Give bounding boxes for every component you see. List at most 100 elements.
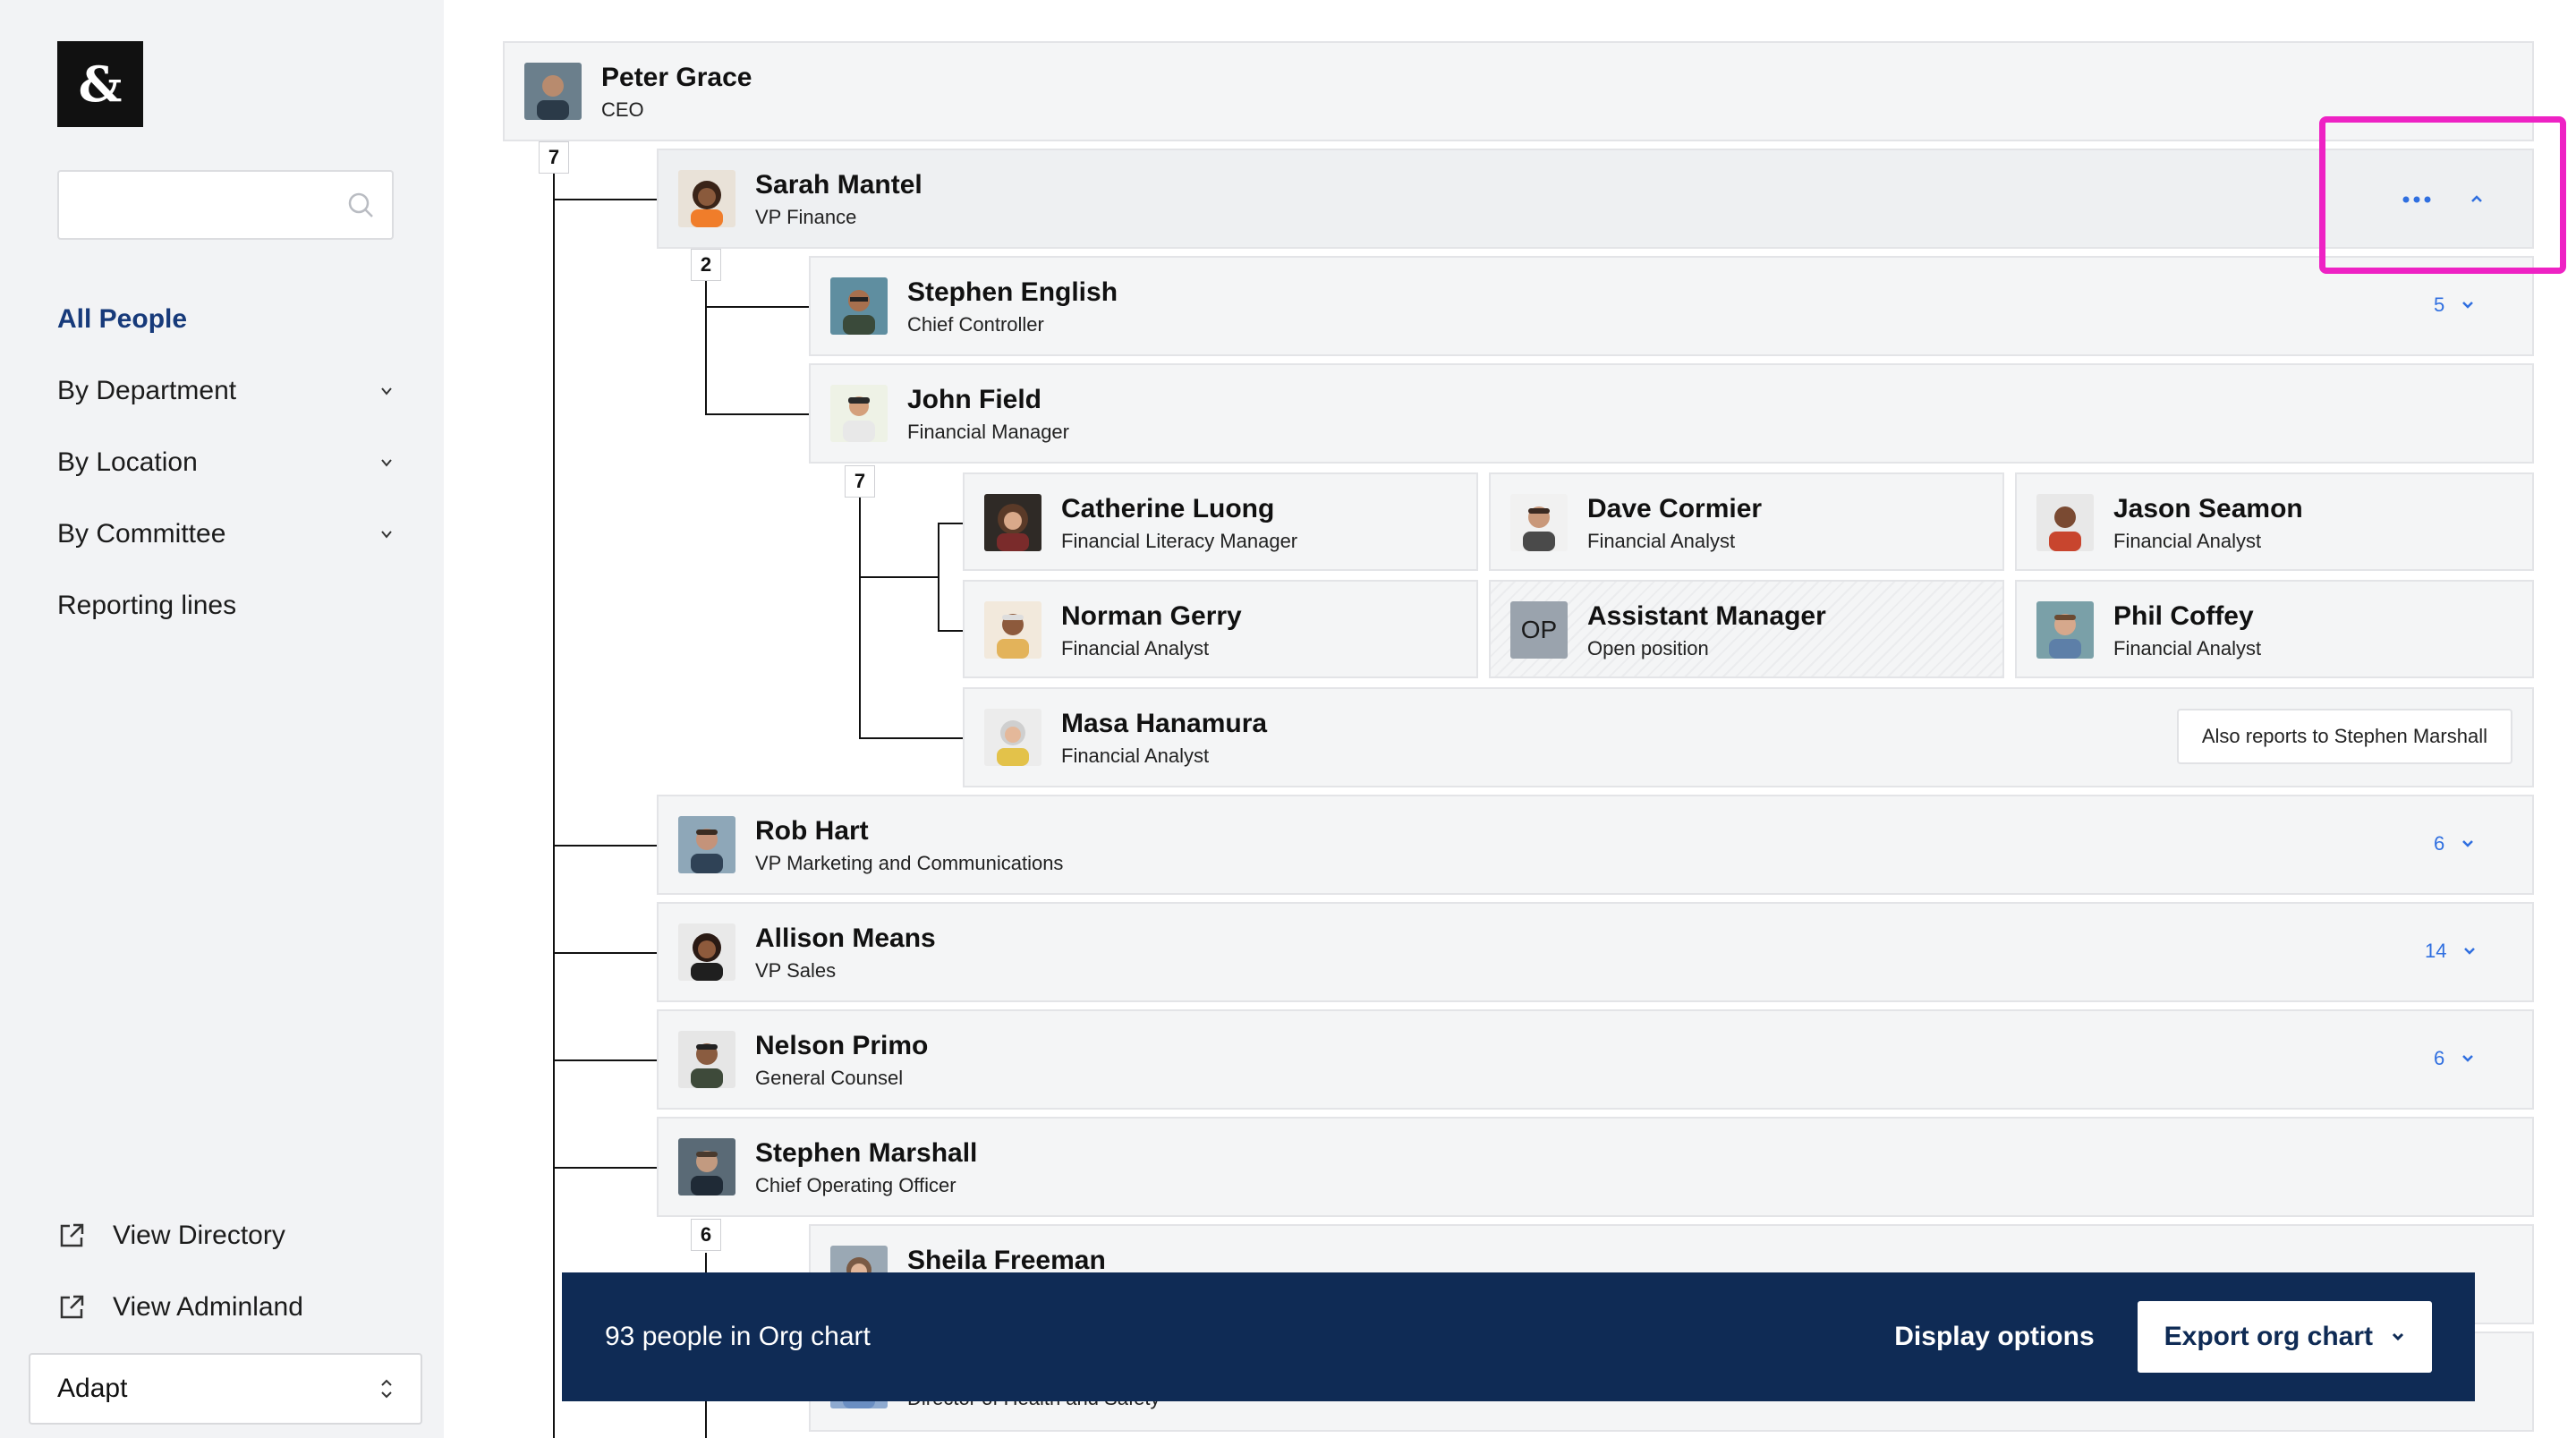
logo[interactable]: & [57,41,143,127]
export-org-chart-button[interactable]: Export org chart [2137,1301,2432,1373]
link-label: View Directory [113,1221,285,1250]
reports-count-badge: 7 [845,465,875,498]
avatar [678,1031,735,1088]
reports-count: 6 [2434,1047,2445,1069]
tree-line [705,413,809,415]
person-name: Phil Coffey [2113,601,2254,631]
view-directory-link[interactable]: View Directory [57,1221,285,1251]
logo-mark: & [78,55,123,113]
expand-reports-button[interactable]: 5 [2434,294,2475,317]
avatar [678,1138,735,1195]
tree-line [705,306,809,308]
expand-reports-button[interactable]: 6 [2434,832,2475,855]
reports-count-badge: 7 [539,141,569,174]
person-name: Masa Hanamura [1061,709,1268,738]
person-title: Financial Analyst [1061,637,1210,659]
person-card-catherine-luong[interactable]: Catherine Luong Financial Literacy Manag… [963,472,1478,571]
chevron-down-icon [381,387,392,396]
tree-line [553,1167,657,1169]
tree-line [938,523,939,632]
avatar [984,709,1041,766]
chevron-down-icon [2462,1055,2474,1062]
tree-line [553,141,555,1438]
person-name: Catherine Luong [1061,494,1275,523]
reports-count: 5 [2434,294,2445,316]
person-card-stephen-marshall[interactable]: Stephen Marshall Chief Operating Officer [657,1117,2534,1217]
person-title: General Counsel [755,1067,904,1089]
link-label: View Adminland [113,1292,303,1322]
person-title: Financial Analyst [2113,530,2262,552]
person-title: Open position [1587,637,1709,659]
person-card-rob-hart[interactable]: Rob Hart VP Marketing and Communications… [657,795,2534,895]
search-input[interactable] [57,170,394,240]
tree-line [938,523,963,524]
person-card-masa-hanamura[interactable]: Masa Hanamura Financial Analyst Also rep… [963,687,2534,787]
company-select-value: Adapt [57,1374,128,1403]
person-title: CEO [601,98,644,121]
export-label: Export org chart [2164,1322,2373,1351]
expand-reports-button[interactable]: 6 [2434,1047,2475,1070]
nav-reporting-lines[interactable]: Reporting lines [57,591,394,621]
tree-line [553,952,657,954]
person-title: Chief Operating Officer [755,1174,956,1196]
search-icon[interactable] [347,191,374,218]
avatar [678,923,735,981]
chevron-down-icon [2462,302,2474,309]
tree-line [938,630,963,632]
person-name: Dave Cormier [1587,494,1763,523]
person-card-open-position[interactable]: OP Assistant Manager Open position [1489,580,2004,678]
chevron-down-icon [2392,1332,2404,1341]
person-name: Norman Gerry [1061,601,1242,631]
tree-line [705,270,707,415]
person-title: Financial Literacy Manager [1061,530,1298,552]
person-title: Financial Manager [907,421,1069,443]
also-reports-tag[interactable]: Also reports to Stephen Marshall [2176,709,2512,764]
reports-count: 14 [2425,940,2447,962]
person-title: VP Marketing and Communications [755,852,1064,874]
tree-line [859,737,963,739]
person-card-sarah-mantel[interactable]: Sarah Mantel VP Finance [657,149,2534,249]
nav-label: Reporting lines [57,591,237,620]
person-card-stephen-english[interactable]: Stephen English Chief Controller 5 [809,256,2534,356]
nav-label: By Department [57,376,237,405]
chevron-down-icon [381,459,392,467]
person-name: Allison Means [755,923,936,953]
chevron-down-icon [2462,840,2474,847]
person-card-nelson-primo[interactable]: Nelson Primo General Counsel 6 [657,1009,2534,1110]
bottom-action-bar: 93 people in Org chart Display options E… [562,1272,2475,1401]
external-link-icon [60,1295,84,1319]
person-name: Peter Grace [601,63,752,92]
person-card-allison-means[interactable]: Allison Means VP Sales 14 [657,902,2534,1002]
view-adminland-link[interactable]: View Adminland [57,1292,303,1323]
updown-chevron-icon [381,1379,392,1399]
person-card-norman-gerry[interactable]: Norman Gerry Financial Analyst [963,580,1478,678]
nav-all-people[interactable]: All People [57,304,394,335]
person-card-john-field[interactable]: John Field Financial Manager [809,363,2534,464]
person-card-jason-seamon[interactable]: Jason Seamon Financial Analyst [2015,472,2534,571]
avatar [830,385,888,442]
person-name: Jason Seamon [2113,494,2303,523]
person-card-phil-coffey[interactable]: Phil Coffey Financial Analyst [2015,580,2534,678]
nav-by-department[interactable]: By Department [57,376,394,406]
person-name: Rob Hart [755,816,869,846]
tree-line [553,199,657,200]
nav-by-committee[interactable]: By Committee [57,519,394,549]
person-card-dave-cormier[interactable]: Dave Cormier Financial Analyst [1489,472,2004,571]
person-title: VP Finance [755,206,857,228]
external-link-icon [60,1223,84,1247]
chevron-down-icon [2464,948,2476,955]
company-select[interactable]: Adapt [29,1353,422,1425]
avatar [1510,494,1568,551]
tree-line [859,576,939,578]
avatar [2036,494,2094,551]
display-options-button[interactable]: Display options [1894,1322,2094,1352]
person-title: Chief Controller [907,313,1044,336]
sidebar: & All People By Department By Location B… [0,0,444,1438]
person-card-peter-grace[interactable]: Peter Grace CEO [503,41,2534,141]
tree-line [859,487,861,739]
person-name: Stephen Marshall [755,1138,978,1168]
expand-reports-button[interactable]: 14 [2425,940,2477,963]
nav-by-location[interactable]: By Location [57,447,394,478]
avatar [678,816,735,873]
person-name: Assistant Manager [1587,601,1826,631]
